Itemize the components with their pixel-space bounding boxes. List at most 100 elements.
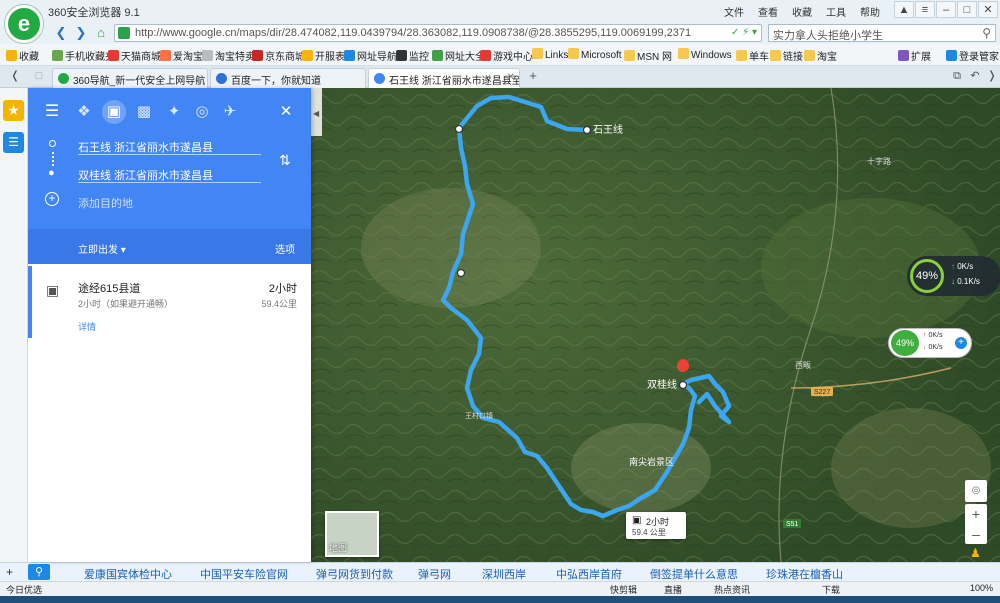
menu-tools[interactable]: 工具 [826, 4, 846, 19]
bookmark-tmall[interactable]: 天猫商城 [108, 48, 161, 63]
search-icon[interactable]: ⚲ [28, 564, 50, 580]
hot-search-item[interactable]: 中弘西岸首府 [556, 566, 622, 582]
bookmark-daquan[interactable]: 网址大全 [432, 48, 485, 63]
add-destination-icon[interactable]: + [45, 192, 59, 206]
transit-icon[interactable]: ▩ [132, 100, 156, 124]
bookmark-nav[interactable]: 网址导航 [344, 48, 397, 63]
details-link[interactable]: 详情 [78, 320, 96, 333]
bookmark-aitaobao[interactable]: 爱淘宝 [160, 48, 203, 63]
bookmark-server-list[interactable]: 开服表 [302, 48, 345, 63]
options-button[interactable]: 选项 [275, 241, 295, 256]
address-url[interactable]: http://www.google.cn/maps/dir/28.474082,… [135, 27, 725, 39]
hot-search-item[interactable]: 倒签提单什么意思 [650, 566, 738, 582]
pegman-icon[interactable]: ♟ [970, 546, 981, 560]
bookmark-taobao[interactable]: 淘宝 [804, 48, 837, 63]
bookmark-favorites[interactable]: 收藏 [6, 48, 39, 63]
destination-field[interactable]: 双桂线 浙江省丽水市遂昌县 [78, 167, 213, 183]
menu-help[interactable]: 帮助 [860, 4, 880, 19]
hot-search-item[interactable]: 中国平安车险官网 [200, 566, 288, 582]
hot-search-bar: + ⚲ 爱康国宾体检中心 中国平安车险官网 弹弓网货到付款 弹弓网 深圳西岸 中… [0, 562, 1000, 581]
undo-icon[interactable]: ↶ [966, 68, 984, 84]
search-icon[interactable]: ⚲ [982, 26, 991, 40]
minimize-button[interactable]: – [936, 1, 956, 18]
network-widget[interactable]: 49% ↑ 0K/s ↓ 0.1K/s [907, 256, 1000, 296]
status-item[interactable]: 直播 [664, 583, 682, 596]
add-icon[interactable]: + [955, 337, 967, 349]
bookmark-jd[interactable]: 京东商城 [252, 48, 305, 63]
hot-search-item[interactable]: 弹弓网货到付款 [316, 566, 393, 582]
start-marker-icon[interactable] [582, 125, 592, 135]
star-icon[interactable]: ★ [3, 100, 24, 121]
bookmark-link[interactable]: 链接 [770, 48, 803, 63]
bookmark-links[interactable]: Links [532, 48, 568, 61]
forward-button[interactable]: ❯ [72, 25, 90, 41]
menu-icon[interactable]: ☰ [40, 100, 64, 124]
tab-close-icon[interactable]: ✕ [507, 72, 515, 83]
extensions-button[interactable]: 扩展 [898, 48, 931, 63]
tab-360-nav[interactable]: 360导航_新一代安全上网导航 [52, 68, 208, 88]
new-tab-button[interactable]: + [524, 68, 542, 84]
tab-list-icon[interactable]: ❬ [6, 68, 24, 84]
route-option[interactable]: ▣ 途经615县道 2小时 2小时（如果避开通畅） 59.4公里 详情 [28, 266, 311, 338]
bookmark-microsoft[interactable]: Microsoft [568, 48, 622, 61]
flight-icon[interactable]: ✈ [218, 100, 242, 124]
network-widget-2[interactable]: 49% ↑ 0K/s ↓ 0K/s + [888, 328, 972, 358]
bookmark-monitor[interactable]: 监控 [396, 48, 429, 63]
menu-icon[interactable]: ≡ [915, 1, 935, 18]
today-picks[interactable]: 今日优选 [6, 583, 42, 596]
download-rate-2: ↓ 0K/s [923, 344, 943, 351]
menu-favorites[interactable]: 收藏 [792, 4, 812, 19]
zoom-out-button[interactable]: – [965, 524, 987, 544]
tabs-next-icon[interactable]: ❭ [983, 68, 1000, 84]
route-callout[interactable]: ▣ 2小时 59.4 公里 [626, 512, 686, 539]
menu-file[interactable]: 文件 [724, 4, 744, 19]
back-button[interactable]: ❮ [52, 25, 70, 41]
search-input[interactable]: 实力拿人头拒绝小学生 [773, 27, 883, 43]
layer-toggle[interactable]: 地图 [325, 511, 379, 557]
my-location-icon[interactable]: ◎ [965, 480, 987, 502]
search-box[interactable]: 实力拿人头拒绝小学生 ⚲ [768, 24, 996, 42]
menu-view[interactable]: 查看 [758, 4, 778, 19]
depart-now-dropdown[interactable]: 立即出发 ▾ [78, 241, 126, 256]
origin-field[interactable]: 石王线 浙江省丽水市遂昌县 [78, 139, 213, 155]
bookmark-windows[interactable]: Windows [678, 48, 732, 61]
close-directions-icon[interactable]: ✕ [274, 100, 298, 124]
end-marker-icon[interactable] [678, 380, 688, 390]
hot-search-item[interactable]: 珍珠港在檀香山 [766, 566, 843, 582]
hot-search-item[interactable]: 爱康国宾体检中心 [84, 566, 172, 582]
tab-maps[interactable]: 石王线 浙江省丽水市遂昌县至双 ✕ [368, 68, 520, 88]
status-item[interactable]: 热点资讯 [714, 583, 750, 596]
road-shield-label: S227 [814, 389, 830, 396]
directions-panel: ☰ ❖ ▣ ▩ ✦ ◎ ✈ ✕ ● 石王线 浙江省丽水市遂昌县 双桂线 浙江省丽… [28, 88, 311, 562]
bookmark-msn[interactable]: MSN 网 [624, 48, 672, 63]
directions-icon[interactable]: ❖ [72, 100, 96, 124]
login-manager-button[interactable]: 登录管家 [946, 48, 999, 63]
car-icon[interactable]: ▣ [102, 100, 126, 124]
status-item[interactable]: 下载 [822, 583, 840, 596]
swap-icon[interactable]: ⇅ [279, 152, 291, 169]
hot-search-item[interactable]: 深圳西岸 [482, 566, 526, 582]
zoom-in-button[interactable]: + [965, 504, 987, 524]
bike-icon[interactable]: ◎ [190, 100, 214, 124]
restore-tabs-icon[interactable]: ⧉ [948, 68, 966, 84]
maximize-button[interactable]: □ [957, 1, 977, 18]
close-button[interactable]: ✕ [978, 1, 998, 18]
status-item[interactable]: 快剪辑 [610, 583, 637, 596]
address-actions-icon[interactable]: ✓ ⚡ ▾ [731, 27, 757, 38]
bookmark-taobao-sale[interactable]: 淘宝特卖 [202, 48, 255, 63]
address-bar[interactable]: http://www.google.cn/maps/dir/28.474082,… [114, 24, 762, 42]
home-icon[interactable]: ⌂ [92, 25, 110, 41]
shirt-icon[interactable]: ▲ [894, 1, 914, 18]
satellite-map[interactable]: 石王线 双桂线 南尖岩景区 十字路 王村口镇 西畈 三仁 S227 S51 ◀ [311, 88, 1000, 562]
add-icon[interactable]: + [6, 565, 13, 579]
bookmark-games[interactable]: 游戏中心 [480, 48, 533, 63]
walk-icon[interactable]: ✦ [162, 100, 186, 124]
zoom-level[interactable]: 100% [970, 583, 993, 593]
add-destination-field[interactable]: 添加目的地 [78, 195, 133, 211]
bookmark-bike[interactable]: 单车 [736, 48, 769, 63]
bookmark-mobile[interactable]: 手机收藏夹 [52, 48, 115, 63]
hot-search-item[interactable]: 弹弓网 [418, 566, 451, 582]
reader-icon[interactable]: ☰ [3, 132, 24, 153]
tab-baidu[interactable]: 百度一下，你就知道 [210, 68, 366, 88]
map-view[interactable]: 石王线 双桂线 南尖岩景区 十字路 王村口镇 西畈 三仁 S227 S51 ◀ … [311, 88, 1000, 562]
